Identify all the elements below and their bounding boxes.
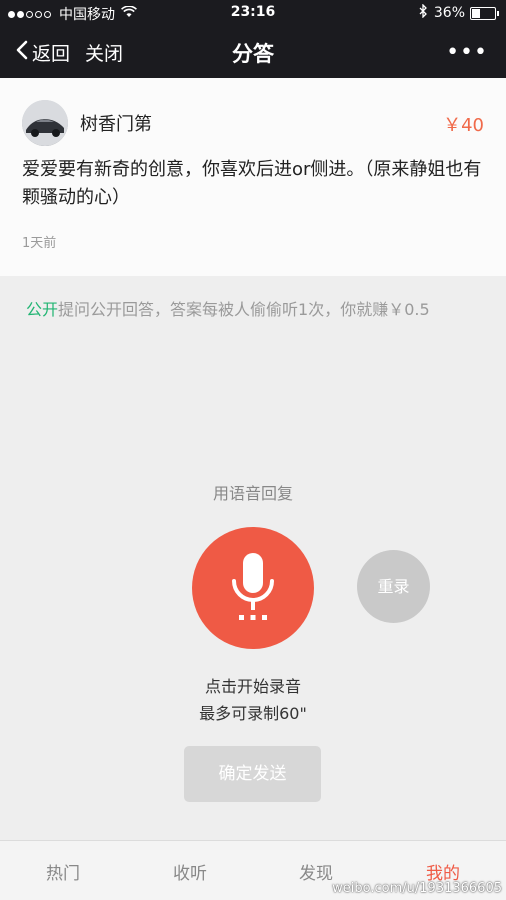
tab-bar: 热门 收听 发现 我的 [0,840,506,900]
close-button[interactable]: 关闭 [85,39,123,66]
page-title: 分答 [232,42,274,66]
avatar[interactable] [22,100,68,146]
status-right: 36% [419,3,499,22]
public-label: 公开 [26,300,59,319]
back-label: 返回 [32,43,71,65]
question-time: 1天前 [22,236,57,251]
more-options-icon[interactable]: ••• [446,40,488,65]
nav-bar: 返回 关闭 分答 ••• [0,26,506,78]
record-hint: 点击开始录音 [204,677,301,696]
battery-percent: 36% [433,5,465,21]
status-bar: 中国移动 23:16 36% [0,0,506,26]
tab-mine[interactable]: 我的 [393,859,493,884]
asker-name[interactable]: 树香门第 [80,110,152,136]
rerecord-button[interactable]: 重录 [357,550,430,623]
question-card: 树香门第 ￥40 爱爱要有新奇的创意，你喜欢后进or侧进。（原来静姐也有颗骚动的… [0,78,506,276]
tab-listen[interactable]: 收听 [140,859,240,884]
bluetooth-icon [419,3,428,22]
microphone-icon [232,553,274,620]
car-photo-icon [22,100,68,146]
tab-hot[interactable]: 热门 [13,859,113,884]
question-text: 爱爱要有新奇的创意，你喜欢后进or侧进。（原来静姐也有颗骚动的心） [22,159,482,208]
battery-icon [470,6,499,20]
record-button[interactable] [192,527,314,649]
voice-reply-label: 用语音回复 [212,484,293,503]
record-limit-hint: 最多可录制60" [199,704,307,723]
public-answer-note: 公开提问公开回答，答案每被人偷偷听1次，你就赚￥0.5 [26,296,496,320]
confirm-send-button[interactable]: 确定发送 [184,746,321,802]
question-price: ￥40 [443,115,484,136]
public-note-text: 提问公开回答，答案每被人偷偷听1次，你就赚￥0.5 [58,300,430,319]
back-button[interactable]: 返回 [16,39,70,66]
chevron-left-icon [16,40,28,65]
tab-discover[interactable]: 发现 [266,859,366,884]
